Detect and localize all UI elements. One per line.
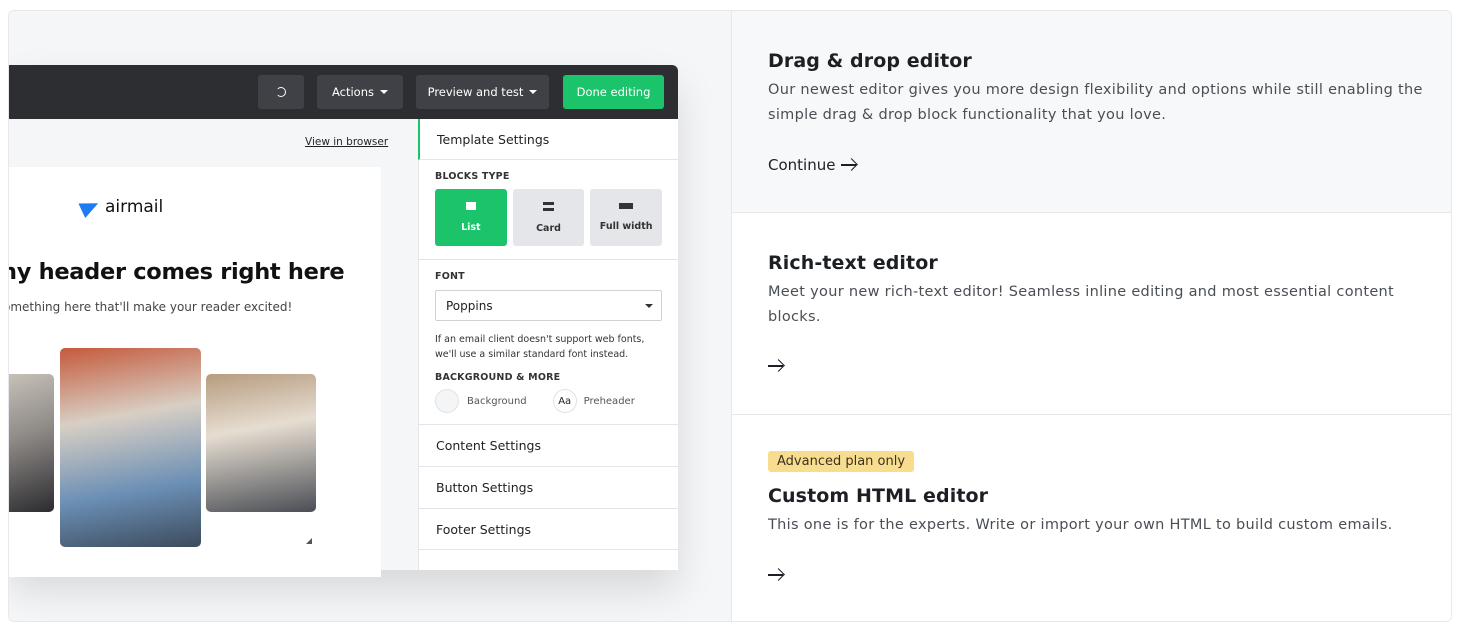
actions-label: Actions <box>331 85 374 99</box>
team-photo-left <box>9 374 54 512</box>
option-title: Drag & drop editor <box>768 50 972 72</box>
font-label: FONT <box>435 271 465 282</box>
preview-label: Preview and test <box>427 85 524 99</box>
preview-and-test-button[interactable]: Preview and test <box>416 75 549 109</box>
option-drag-drop-editor[interactable]: Drag & drop editor Our newest editor giv… <box>732 11 1451 213</box>
history-button[interactable] <box>258 75 304 109</box>
block-type-card[interactable]: Card <box>512 189 585 246</box>
font-value: Poppins <box>446 298 493 313</box>
font-select[interactable]: Poppins <box>435 290 662 321</box>
block-label: Card <box>536 222 561 234</box>
content-settings-item[interactable]: Content Settings <box>419 424 678 466</box>
team-photo-center <box>60 348 201 547</box>
option-rich-text-editor[interactable]: Rich-text editor Meet your new rich-text… <box>732 213 1451 415</box>
full-width-block-icon <box>619 203 634 209</box>
font-hint: If an email client doesn't support web f… <box>435 334 645 360</box>
arrow-right-icon <box>768 568 784 582</box>
block-type-full-width[interactable]: Full width <box>590 189 663 246</box>
block-type-list[interactable]: List <box>435 189 507 246</box>
done-editing-button[interactable]: Done editing <box>563 75 664 109</box>
footer-settings-item[interactable]: Footer Settings <box>419 508 678 550</box>
card-block-icon <box>543 201 554 211</box>
option-title: Custom HTML editor <box>768 485 989 507</box>
preheader-icon[interactable]: Aa <box>552 389 577 413</box>
block-label: Full width <box>599 221 653 232</box>
history-icon <box>276 87 286 97</box>
caret-down-icon <box>529 90 538 94</box>
editor-preview: Actions Preview and test Done editing Vi… <box>9 11 731 621</box>
email-header: ny header comes right here <box>9 259 345 285</box>
background-more-label: BACKGROUND & MORE <box>435 372 561 383</box>
block-label: List <box>461 222 481 233</box>
rich-text-continue-link[interactable] <box>768 359 784 373</box>
editor-choice-card: Actions Preview and test Done editing Vi… <box>8 10 1452 622</box>
caret-down-icon <box>380 90 388 94</box>
team-photo-right <box>206 374 316 512</box>
background-swatch[interactable] <box>435 389 459 413</box>
caret-down-icon <box>645 303 653 308</box>
arrow-right-icon <box>768 359 784 373</box>
logo-text: airmail <box>105 197 164 217</box>
blocks-type-section: BLOCKS TYPE List Card Full width <box>419 160 678 260</box>
option-custom-html-editor[interactable]: Advanced plan only Custom HTML editor Th… <box>732 415 1451 621</box>
email-canvas: View in browser airmail ny header comes … <box>9 119 418 577</box>
actions-button[interactable]: Actions <box>317 75 403 109</box>
font-section: FONT Poppins If an email client doesn't … <box>419 260 678 413</box>
background-label: Background <box>467 395 527 407</box>
option-description: Our newest editor gives you more design … <box>768 82 1423 123</box>
airmail-logo: airmail <box>78 195 164 219</box>
settings-panel: Template Settings BLOCKS TYPE List Card … <box>418 119 678 570</box>
preheader-label: Preheader <box>583 395 635 407</box>
list-block-icon <box>465 202 476 210</box>
resize-handle-icon[interactable] <box>306 538 312 544</box>
advanced-plan-badge: Advanced plan only <box>768 451 915 472</box>
email-subtext: omething here that'll make your reader e… <box>9 300 293 314</box>
button-settings-item[interactable]: Button Settings <box>419 466 678 508</box>
paper-plane-icon <box>78 195 102 219</box>
continue-label: Continue <box>768 156 836 174</box>
arrow-right-icon <box>841 158 857 172</box>
view-in-browser-link[interactable]: View in browser <box>305 136 388 148</box>
email-body: airmail ny header comes right here ometh… <box>9 167 381 577</box>
blocks-type-label: BLOCKS TYPE <box>435 171 510 182</box>
option-title: Rich-text editor <box>768 252 938 274</box>
option-description: Meet your new rich-text editor! Seamless… <box>768 284 1395 325</box>
option-description: This one is for the experts. Write or im… <box>768 517 1393 533</box>
custom-html-continue-link[interactable] <box>768 568 784 582</box>
editor-options: Drag & drop editor Our newest editor giv… <box>731 11 1451 621</box>
done-label: Done editing <box>576 85 651 99</box>
editor-toolbar: Actions Preview and test Done editing <box>9 65 678 119</box>
template-settings-header[interactable]: Template Settings <box>418 119 678 160</box>
continue-link[interactable]: Continue <box>768 156 857 174</box>
